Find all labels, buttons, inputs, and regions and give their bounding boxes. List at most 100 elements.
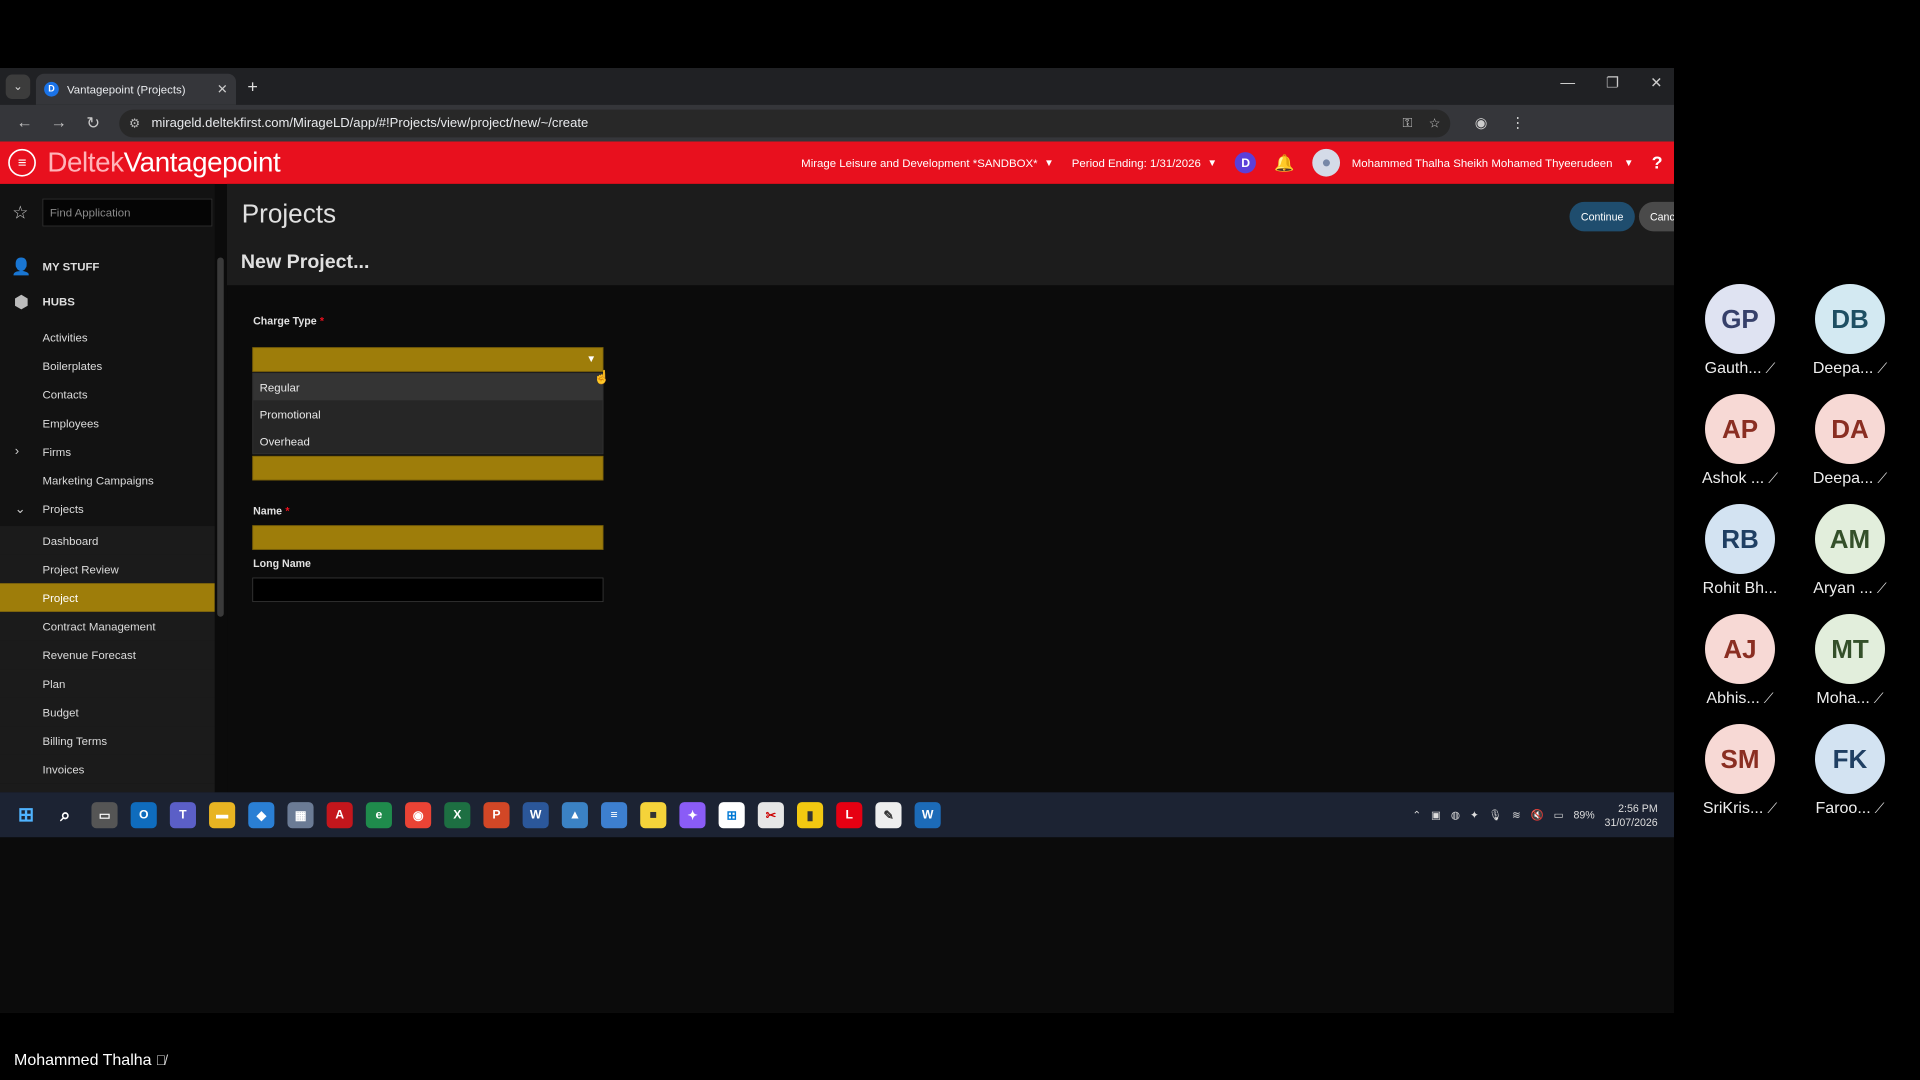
sidebar-item-employees[interactable]: Employees [0,409,215,438]
participant-tile[interactable]: AP Ashok ... ⟋ [1690,394,1790,488]
sidebar-scrollbar[interactable] [217,257,224,617]
sidebar-item-projects[interactable]: ⌄ Projects [0,494,215,523]
snipping-tool-icon[interactable]: ✂ [757,801,784,828]
browser-tab[interactable]: D Vantagepoint (Projects) ✕ [35,73,236,105]
close-window-icon[interactable]: ✕ [1650,75,1662,92]
participant-tile[interactable]: DB Deepa... ⟋ [1800,284,1900,378]
sidebar-item-contacts[interactable]: Contacts [0,380,215,409]
tool-icon[interactable]: ✎ [875,801,902,828]
word-icon[interactable]: W [522,801,549,828]
copilot-icon[interactable]: ✦ [679,801,706,828]
close-tab-icon[interactable]: ✕ [217,81,228,97]
sidebar-item-project[interactable]: Project [0,583,215,612]
back-icon[interactable]: ← [15,114,35,133]
search-icon[interactable]: ⌕ [52,802,78,828]
sidebar-item-invoices[interactable]: Invoices [0,754,215,784]
battery-icon[interactable]: ▭ [1554,808,1564,821]
address-bar[interactable]: ⚙ mirageld.deltekfirst.com/MirageLD/app/… [119,109,1451,138]
participant-tile[interactable]: RB Rohit Bh... [1690,504,1790,598]
sidebar-item-dashboard[interactable]: Dashboard [0,526,215,555]
photos-icon[interactable]: ▲ [561,801,588,828]
webex-icon[interactable]: W [914,801,941,828]
sidebar-group-my-stuff[interactable]: 👤 MY STUFF [0,249,215,283]
outlook-icon[interactable]: O [130,801,157,828]
forward-icon[interactable]: → [49,114,69,133]
sidebar-item-boilerplates[interactable]: Boilerplates [0,351,215,380]
participant-tile[interactable]: MT Moha... ⟋ [1800,614,1900,708]
sidebar-item-revenue-forecast[interactable]: Revenue Forecast [0,640,215,670]
app-l-icon[interactable]: L [836,801,863,828]
hubs-icon: ⬢ [14,292,29,311]
option-overhead[interactable]: Overhead [253,427,603,454]
participant-tile[interactable]: FK Faroo... ⟋ [1800,724,1900,818]
sidebar-item-activities[interactable]: Activities [0,323,215,352]
sidebar-item-firms[interactable]: › Firms [0,437,215,466]
bookmark-star-icon[interactable]: ☆ [1429,115,1441,131]
option-promotional[interactable]: Promotional [253,400,603,427]
sidebar-item-contract-management[interactable]: Contract Management [0,611,215,641]
find-application-input[interactable]: Find Application [42,198,213,227]
chrome-icon[interactable]: ◉ [405,801,432,828]
participant-tile[interactable]: AJ Abhis... ⟋ [1690,614,1790,708]
notepad-icon[interactable]: ≡ [601,801,628,828]
acrobat-icon[interactable]: A [326,801,353,828]
task-view-icon[interactable]: ▭ [91,801,118,828]
sidebar-item-budget[interactable]: Budget [0,697,215,727]
continue-button[interactable]: Continue [1569,201,1635,232]
participant-tile[interactable]: AM Aryan ... ⟋ [1800,504,1900,598]
favorites-star-icon[interactable]: ☆ [12,202,28,223]
sticky-notes-icon[interactable]: ■ [640,801,667,828]
mic-muted-icon[interactable]: 🎙 [1489,808,1502,821]
teams-tray-icon[interactable]: ✦ [1470,808,1479,821]
teams-icon[interactable]: T [169,801,196,828]
charge-type-select[interactable]: ▼ [252,347,604,372]
name-input[interactable] [252,525,604,550]
sidebar-item-billing-terms[interactable]: Billing Terms [0,726,215,755]
store-icon[interactable]: ⊞ [718,801,745,828]
calculator-icon[interactable]: ▦ [287,801,314,828]
new-tab-icon[interactable]: + [247,76,258,97]
sidebar-item-draft-invoice-approvals[interactable]: Draft Invoice Approvals [0,783,215,793]
power-bi-icon[interactable]: ▮ [797,801,824,828]
participant-tile[interactable]: DA Deepa... ⟋ [1800,394,1900,488]
tab-search-chevron-icon[interactable]: ⌄ [5,74,31,99]
participant-tile[interactable]: SM SriKris... ⟋ [1690,724,1790,818]
powerpoint-icon[interactable]: P [483,801,510,828]
minimize-icon[interactable]: — [1560,75,1575,92]
speaker-muted-icon[interactable]: 🔇 [1531,808,1544,821]
sidebar-item-marketing-campaigns[interactable]: Marketing Campaigns [0,466,215,495]
sidebar-item-plan[interactable]: Plan [0,669,215,698]
dela-assistant-icon[interactable]: D [1235,152,1257,174]
company-selector[interactable]: Mirage Leisure and Development *SANDBOX*… [801,156,1054,169]
menu-dots-icon[interactable]: ⋮ [1510,115,1525,132]
dropdown-arrow-icon[interactable]: ▼ [586,353,596,364]
file-explorer-icon[interactable]: ▬ [209,801,236,828]
long-name-input[interactable] [252,577,604,603]
user-menu[interactable]: ● Mohammed Thalha Sheikh Mohamed Thyeeru… [1312,148,1634,177]
cancel-button[interactable]: Cancel [1638,201,1674,232]
clock[interactable]: 2:56 PM 31/07/2026 [1605,801,1658,829]
notification-bell-icon[interactable]: 🔔 [1274,153,1294,173]
reload-icon[interactable]: ↻ [83,113,103,133]
profile-icon[interactable]: ◉ [1475,115,1488,132]
help-icon[interactable]: ? [1652,152,1663,173]
participant-name: Deepa... [1812,360,1874,377]
sidebar-group-hubs[interactable]: ⬢ HUBS [0,284,215,318]
restore-icon[interactable]: ❐ [1606,75,1619,92]
hamburger-menu-icon[interactable]: ≡ [8,148,36,177]
tray-chevron-up-icon[interactable]: ⌃ [1412,808,1421,821]
participant-tile[interactable]: GP Gauth... ⟋ [1690,284,1790,378]
excel-icon[interactable]: X [444,801,471,828]
second-field[interactable] [252,455,604,481]
edge-icon[interactable]: e [365,801,392,828]
site-info-icon[interactable]: ⚙ [129,116,140,131]
defender-icon[interactable]: ◍ [1451,808,1460,821]
period-selector[interactable]: Period Ending: 1/31/2026 ▼ [1072,156,1217,169]
option-regular[interactable]: Regular [253,373,603,401]
wifi-icon[interactable]: ≋ [1512,808,1521,821]
password-key-icon[interactable]: ⚿ [1402,116,1412,131]
sidebar-item-project-review[interactable]: Project Review [0,554,215,584]
outlook-tray-icon[interactable]: ▣ [1431,808,1441,821]
windows-start-icon[interactable]: ⊞ [13,802,39,828]
app-icon[interactable]: ◆ [248,801,275,828]
